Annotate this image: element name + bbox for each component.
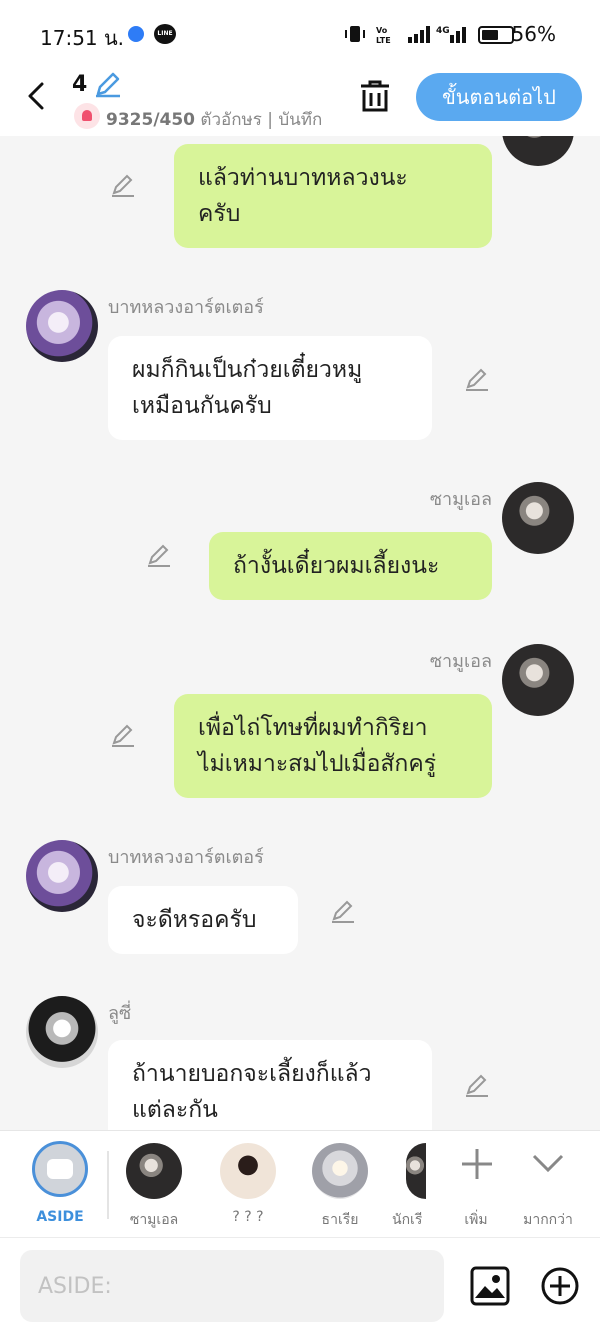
sender-name: ลูซี่ xyxy=(108,1003,132,1024)
edit-message-pencil-icon[interactable] xyxy=(330,898,356,924)
svg-text:4G: 4G xyxy=(436,26,450,36)
message-line: เหมือนกันครับ xyxy=(132,393,272,419)
chevron-down-icon[interactable] xyxy=(531,1151,565,1175)
input-bar xyxy=(0,1237,600,1333)
cast-avatar-unknown[interactable] xyxy=(220,1143,276,1199)
message-line: ถ้างั้นเดี๋ยวผมเลี้ยงนะ xyxy=(233,553,440,579)
cast-label[interactable]: ? ? ? xyxy=(208,1209,288,1225)
edit-message-pencil-icon[interactable] xyxy=(464,1072,490,1098)
character-count: 9325/450 ตัวอักษร | บันทึก xyxy=(106,106,330,133)
svg-text:Vo: Vo xyxy=(376,26,388,35)
cast-avatar-taria[interactable] xyxy=(312,1143,368,1199)
add-character-icon[interactable] xyxy=(460,1147,494,1181)
message-line: ไม่เหมาะสมไปเมื่อสักครู่ xyxy=(198,751,437,777)
divider xyxy=(107,1151,109,1219)
message-input[interactable] xyxy=(20,1250,444,1322)
trash-icon[interactable] xyxy=(358,78,392,114)
episode-number: 4 xyxy=(72,72,88,97)
chat-bubble[interactable]: เพื่อไถ่โทษที่ผมทำกิริยา ไม่เหมาะสมไปเมื… xyxy=(174,694,492,798)
chat-bubble[interactable]: จะดีหรอครับ xyxy=(108,886,298,954)
sender-name: ซามูเอล xyxy=(429,651,492,672)
avatar-father-arthur[interactable] xyxy=(26,290,98,362)
character-count-value: 9325/450 xyxy=(106,110,196,130)
more-label[interactable]: มากกว่า xyxy=(508,1209,588,1231)
battery-percent: 56% xyxy=(511,22,556,46)
chat-bubble[interactable]: ถ้างั้นเดี๋ยวผมเลี้ยงนะ xyxy=(209,532,492,600)
chat-bubble[interactable]: ถ้านายบอกจะเลี้ยงก็แล้ว แต่ละกัน xyxy=(108,1040,432,1130)
chat-area[interactable]: แล้วท่านบาทหลวงนะ ครับ บาทหลวงอาร์ตเตอร์… xyxy=(0,136,600,1130)
battery-icon xyxy=(478,26,514,44)
4g-signal-icon: 4G xyxy=(436,26,466,43)
editor-header: 4 9325/450 ตัวอักษร | บันทึก ขั้นตอนต่อไ… xyxy=(0,66,600,136)
next-step-button[interactable]: ขั้นตอนต่อไป xyxy=(416,73,582,121)
aside-icon[interactable] xyxy=(32,1141,88,1197)
add-character-label[interactable]: เพิ่ม xyxy=(436,1209,516,1231)
message-line: ครับ xyxy=(198,201,241,227)
message-line: แต่ละกัน xyxy=(132,1097,218,1123)
edit-message-pencil-icon[interactable] xyxy=(110,722,136,748)
volte-icon: Vo LTE xyxy=(376,26,391,44)
line-app-icon: LINE xyxy=(154,24,176,44)
vibrate-icon xyxy=(345,26,365,42)
signal-icon xyxy=(408,26,430,43)
cast-avatar-samuel[interactable] xyxy=(126,1143,182,1199)
chat-bubble[interactable]: ผมก็กินเป็นก๋วยเตี๋ยวหมู เหมือนกันครับ xyxy=(108,336,432,440)
status-time: 17:51 น. xyxy=(40,26,125,50)
message-line: จะดีหรอครับ xyxy=(132,907,257,933)
edit-message-pencil-icon[interactable] xyxy=(110,172,136,198)
message-line: ถ้านายบอกจะเลี้ยงก็แล้ว xyxy=(132,1061,372,1087)
sender-name: ซามูเอล xyxy=(429,489,492,510)
message-line: ผมก็กินเป็นก๋วยเตี๋ยวหมู xyxy=(132,357,363,383)
avatar-samuel[interactable] xyxy=(502,644,574,716)
app-notification-icon xyxy=(128,26,144,42)
svg-text:LTE: LTE xyxy=(376,36,391,44)
sender-name: บาทหลวงอาร์ตเตอร์ xyxy=(108,847,264,868)
message-line: เพื่อไถ่โทษที่ผมทำกิริยา xyxy=(198,715,428,741)
edit-title-pencil-icon[interactable] xyxy=(94,70,122,98)
chat-bubble[interactable]: แล้วท่านบาทหลวงนะ ครับ xyxy=(174,144,492,248)
message-line: แล้วท่านบาทหลวงนะ xyxy=(198,165,408,191)
avatar-samuel[interactable] xyxy=(502,136,574,166)
edit-message-pencil-icon[interactable] xyxy=(146,542,172,568)
sender-name: บาทหลวงอาร์ตเตอร์ xyxy=(108,297,264,318)
status-bar: 17:51 น. LINE Vo LTE 4G 56% xyxy=(0,0,600,66)
add-media-icon[interactable] xyxy=(540,1266,580,1306)
image-icon[interactable] xyxy=(470,1266,510,1306)
cast-label[interactable]: ธาเรีย xyxy=(300,1209,380,1231)
edit-message-pencil-icon[interactable] xyxy=(464,366,490,392)
avatar-lucy[interactable] xyxy=(26,996,98,1068)
cast-label[interactable]: ซามูเอล xyxy=(114,1209,194,1231)
character-selector: ASIDE ซามูเอล ? ? ? ธาเรีย นักเรี เพิ่ม … xyxy=(0,1130,600,1237)
avatar-father-arthur[interactable] xyxy=(26,840,98,912)
aside-label[interactable]: ASIDE xyxy=(24,1209,96,1225)
avatar-samuel[interactable] xyxy=(502,482,574,554)
character-count-label: ตัวอักษร | บันทึก xyxy=(195,110,323,130)
cast-avatar-student[interactable] xyxy=(406,1143,426,1199)
cast-label[interactable]: นักเรี xyxy=(392,1209,426,1231)
bell-icon xyxy=(74,103,100,129)
back-arrow-icon[interactable] xyxy=(22,78,52,114)
